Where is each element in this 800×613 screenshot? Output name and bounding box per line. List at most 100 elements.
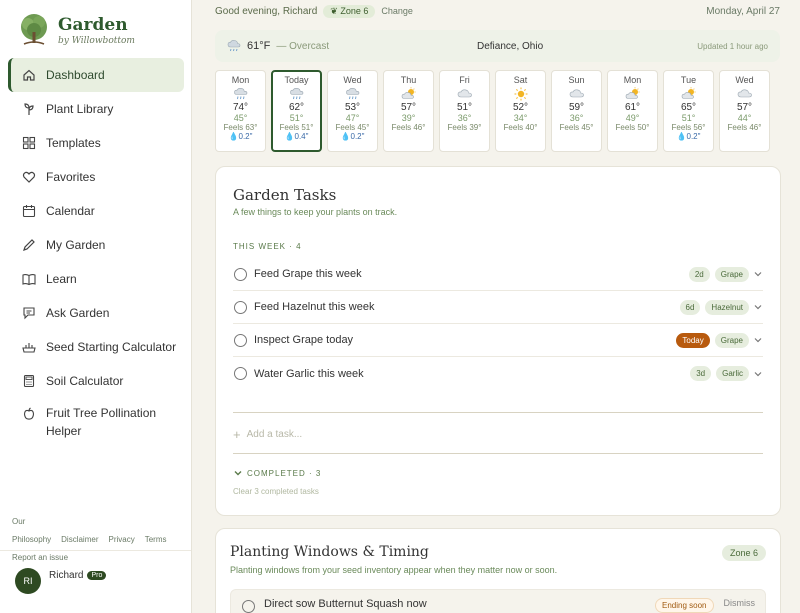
footer-link-philosophy[interactable]: Our Philosophy (12, 517, 51, 544)
forecast-day[interactable]: Fri 51° 36° Feels 39° (439, 70, 490, 152)
sidebar-item-label: Plant Library (46, 102, 114, 116)
task-checkbox[interactable] (234, 333, 247, 347)
brand[interactable]: Garden by Willowbottom (16, 12, 135, 48)
forecast-day[interactable]: Wed 53° 47° Feels 45° 💧0.2" (327, 70, 378, 152)
weather-bar: 61°F — Overcast Defiance, Ohio Updated 1… (215, 30, 780, 62)
user-menu[interactable]: RI Richard Pro (15, 568, 107, 594)
high-temp: 53° (344, 102, 361, 113)
chevron-down-icon[interactable] (753, 302, 763, 312)
task-row[interactable]: Feed Hazelnut this week 6d Hazelnut (233, 291, 763, 324)
footer-link-report-issue[interactable]: Report an issue (12, 553, 68, 562)
completed-toggle[interactable]: COMPLETED · 3 (233, 468, 321, 478)
feels-like: Feels 46° (727, 123, 762, 132)
sidebar-item-label: Soil Calculator (46, 374, 124, 388)
sidebar-item-dashboard[interactable]: Dashboard (8, 58, 184, 92)
sidebar-item-fruit-tree-pollination-helper[interactable]: Fruit Tree Pollination Helper (8, 398, 184, 442)
plant-chip[interactable]: Grape (714, 332, 749, 348)
sidebar-nav: Dashboard Plant Library Templates Favori… (8, 58, 184, 442)
sidebar-item-learn[interactable]: Learn (8, 262, 184, 296)
footer-link-privacy[interactable]: Privacy (108, 535, 134, 544)
calendar-icon (22, 204, 36, 218)
sidebar: Garden by Willowbottom Dashboard Plant L… (0, 0, 192, 613)
high-temp: 51° (456, 102, 473, 113)
partly-sunny-icon (608, 87, 657, 101)
add-task-placeholder: Add a task... (246, 429, 303, 440)
clear-completed-link[interactable]: Clear 3 completed tasks (233, 487, 319, 496)
forecast-day[interactable]: Mon 61° 49° Feels 50° (607, 70, 658, 152)
high-temp: 74° (232, 102, 249, 113)
sidebar-item-label: Templates (46, 136, 101, 150)
footer-link-disclaimer[interactable]: Disclaimer (61, 535, 98, 544)
forecast-day[interactable]: Tue 65° 51° Feels 56° 💧0.2" (663, 70, 714, 152)
brand-title: Garden (58, 14, 128, 35)
current-temp: 61°F (247, 40, 271, 52)
chat-icon (22, 306, 36, 320)
seed-tray-icon (22, 340, 36, 354)
low-temp: 44° (737, 113, 752, 123)
plant-chip[interactable]: Grape (714, 266, 749, 282)
task-row[interactable]: Water Garlic this week 3d Garlic (233, 357, 763, 390)
forecast-day[interactable]: Sat 52° 34° Feels 40° (495, 70, 546, 152)
footer-link-terms[interactable]: Terms (145, 535, 167, 544)
droplet-icon: 💧 (228, 132, 239, 141)
plant-chip[interactable]: Garlic (716, 366, 749, 381)
add-task-input[interactable]: + Add a task... (233, 427, 302, 442)
precip-amount: 0.4" (294, 132, 309, 141)
sidebar-item-calendar[interactable]: Calendar (8, 194, 184, 228)
card-title: Garden Tasks (233, 186, 337, 204)
chevron-down-icon[interactable] (753, 335, 763, 345)
forecast-day[interactable]: Thu 57° 39° Feels 46° (383, 70, 434, 152)
task-checkbox[interactable] (234, 267, 247, 281)
sidebar-item-my-garden[interactable]: My Garden (8, 228, 184, 262)
sidebar-item-label: Ask Garden (46, 306, 110, 320)
low-temp: 51° (289, 113, 304, 123)
completed-label: COMPLETED · 3 (247, 468, 322, 478)
zone-badge: Zone 6 (721, 545, 766, 561)
day-name: Sun (568, 75, 585, 85)
card-subtitle: A few things to keep your plants on trac… (233, 207, 398, 217)
planting-row[interactable]: Direct sow Butternut Squash now Ending s… (230, 589, 766, 613)
chevron-down-icon[interactable] (753, 369, 763, 379)
apple-icon (22, 407, 36, 421)
task-text: Feed Hazelnut this week (254, 301, 375, 313)
task-checkbox[interactable] (234, 300, 247, 314)
sidebar-item-label: Learn (46, 272, 77, 286)
feels-like: Feels 45° (559, 123, 594, 132)
leaf-icon: ❦ (330, 5, 341, 16)
chevron-down-icon[interactable] (753, 269, 763, 279)
high-temp: 61° (624, 102, 641, 113)
dismiss-button[interactable]: Dismiss (724, 598, 756, 608)
forecast-day[interactable]: Sun 59° 36° Feels 45° (551, 70, 602, 152)
forecast-day[interactable]: Wed 57° 44° Feels 46° (719, 70, 770, 152)
sidebar-item-label: My Garden (46, 238, 106, 252)
day-name: Today (284, 75, 309, 85)
feels-like: Feels 46° (391, 123, 426, 132)
zone-label: Zone 6 (340, 5, 369, 16)
sidebar-item-ask-garden[interactable]: Ask Garden (8, 296, 184, 330)
sidebar-item-plant-library[interactable]: Plant Library (8, 92, 184, 126)
forecast-day[interactable]: Mon 74° 45° Feels 63° 💧0.2" (215, 70, 266, 152)
topbar: Good evening, Richard ❦ Zone 6 Change Mo… (215, 3, 780, 19)
planting-text: Direct sow Butternut Squash now (264, 598, 427, 610)
sidebar-item-templates[interactable]: Templates (8, 126, 184, 160)
plant-chip[interactable]: Hazelnut (705, 299, 749, 315)
due-chip: 3d (690, 366, 712, 381)
cloud-icon (720, 87, 769, 101)
card-subtitle: Planting windows from your seed inventor… (230, 565, 558, 575)
day-name: Wed (343, 75, 362, 85)
sidebar-item-seed-starting-calculator[interactable]: Seed Starting Calculator (8, 330, 184, 364)
low-temp: 51° (681, 113, 696, 123)
rain-icon (216, 87, 265, 101)
task-checkbox[interactable] (242, 600, 255, 613)
feels-like: Feels 50° (615, 123, 650, 132)
low-temp: 39° (401, 113, 416, 123)
forecast-day-today[interactable]: Today 62° 51° Feels 51° 💧0.4" (271, 70, 322, 152)
task-row[interactable]: Inspect Grape today Today Grape (233, 324, 763, 357)
sidebar-item-soil-calculator[interactable]: Soil Calculator (8, 364, 184, 398)
change-zone-link[interactable]: Change (381, 6, 413, 16)
book-icon (22, 272, 36, 286)
this-week-heading: THIS WEEK · 4 (233, 242, 302, 251)
task-checkbox[interactable] (234, 367, 247, 380)
task-row[interactable]: Feed Grape this week 2d Grape (233, 258, 763, 291)
sidebar-item-favorites[interactable]: Favorites (8, 160, 184, 194)
